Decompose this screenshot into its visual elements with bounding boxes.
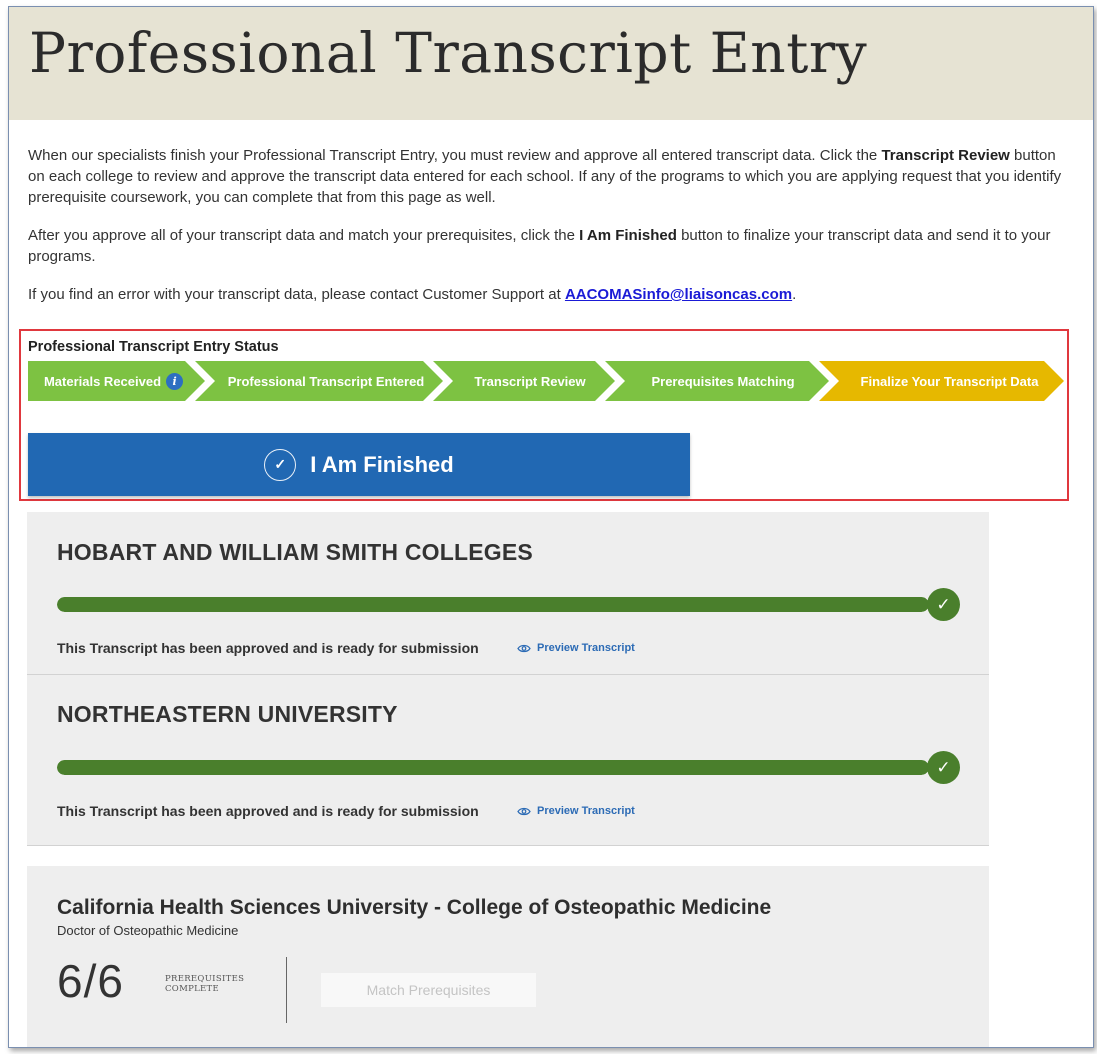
college-name: NORTHEASTERN UNIVERSITY [57, 701, 398, 727]
status-title: Professional Transcript Entry Status [28, 339, 279, 355]
page-title: Professional Transcript Entry [29, 21, 868, 85]
eye-icon [517, 807, 531, 815]
college-card: NORTHEASTERN UNIVERSITY ✓ This Transcrip… [27, 675, 989, 846]
transcript-status-text: This Transcript has been approved and is… [57, 803, 479, 819]
match-prerequisites-button[interactable]: Match Prerequisites [321, 973, 536, 1007]
check-icon: ✓ [927, 588, 960, 621]
progress-fill [57, 760, 929, 775]
page-frame: Professional Transcript Entry When our s… [8, 6, 1094, 1048]
support-email-link[interactable]: AACOMASinfo@liaisoncas.com [565, 286, 792, 303]
college-name: HOBART AND WILLIAM SMITH COLLEGES [57, 539, 533, 565]
check-icon: ✓ [927, 751, 960, 784]
step-transcript-review: Transcript Review [433, 361, 615, 401]
transcript-status-panel: Professional Transcript Entry Status Mat… [19, 329, 1069, 501]
status-steps: Materials Received i Professional Transc… [28, 361, 1068, 401]
step-finalize-transcript-data: Finalize Your Transcript Data [819, 361, 1064, 401]
prerequisites-count: 6/6 [57, 955, 124, 1007]
college-card: HOBART AND WILLIAM SMITH COLLEGES ✓ This… [27, 512, 989, 675]
step-materials-received: Materials Received i [28, 361, 205, 401]
transcript-status-text: This Transcript has been approved and is… [57, 640, 479, 656]
preview-transcript-link[interactable]: Preview Transcript [517, 805, 635, 817]
program-card: California Health Sciences University - … [27, 866, 989, 1047]
intro-text: When our specialists finish your Profess… [28, 145, 1068, 322]
i-am-finished-button[interactable]: ✓ I Am Finished [28, 433, 690, 496]
intro-paragraph-1: When our specialists finish your Profess… [28, 147, 1062, 206]
prerequisites-label: PREREQUISITES COMPLETE [165, 974, 245, 994]
title-banner: Professional Transcript Entry [9, 7, 1093, 120]
intro-paragraph-3: If you find an error with your transcrip… [28, 286, 797, 303]
eye-icon [517, 644, 531, 652]
divider [286, 957, 287, 1023]
progress-bar [57, 760, 929, 775]
i-am-finished-emphasis: I Am Finished [579, 227, 677, 244]
preview-transcript-link[interactable]: Preview Transcript [517, 642, 635, 654]
step-prerequisites-matching: Prerequisites Matching [605, 361, 829, 401]
step-professional-transcript-entered: Professional Transcript Entered [195, 361, 443, 401]
progress-bar [57, 597, 929, 612]
transcript-review-emphasis: Transcript Review [881, 147, 1010, 164]
degree-name: Doctor of Osteopathic Medicine [57, 923, 239, 938]
progress-fill [57, 597, 929, 612]
program-name: California Health Sciences University - … [57, 896, 772, 919]
intro-paragraph-2: After you approve all of your transcript… [28, 227, 1051, 265]
info-icon[interactable]: i [166, 373, 183, 390]
check-circle-icon: ✓ [264, 448, 297, 481]
